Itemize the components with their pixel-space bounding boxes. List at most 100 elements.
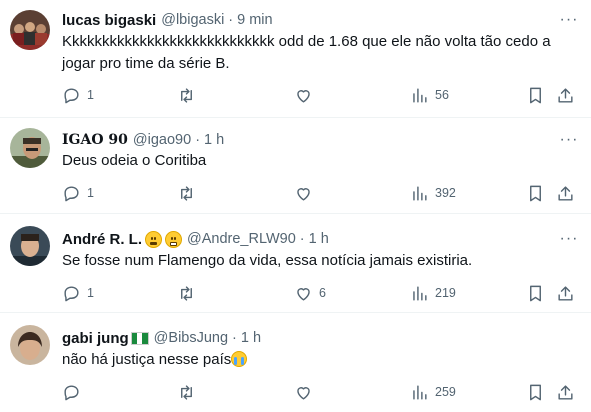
- tweet-text-container: não há justiça nesse país: [62, 349, 577, 371]
- timestamp[interactable]: 1 h: [204, 132, 224, 148]
- reply-button[interactable]: 1: [62, 281, 94, 305]
- reply-icon: [64, 384, 79, 400]
- separator-dot: ·: [232, 330, 237, 346]
- views-button[interactable]: 392: [410, 181, 456, 205]
- like-icon: [297, 187, 310, 201]
- tweet[interactable]: gabi jung @BibsJung · 1 h não há justiça…: [0, 313, 591, 412]
- share-button[interactable]: [556, 380, 575, 404]
- avatar[interactable]: [10, 226, 50, 266]
- separator-dot: ·: [195, 132, 201, 148]
- views-icon: [413, 384, 427, 400]
- share-icon: [558, 384, 573, 400]
- like-button[interactable]: [294, 380, 319, 404]
- bookmark-button[interactable]: [526, 83, 545, 107]
- tweet[interactable]: IGAO 90 @igao90 · 1 h ··· Deus odeia o C…: [0, 118, 591, 214]
- share-icon: [558, 185, 573, 201]
- display-name[interactable]: IGAO 90: [62, 132, 128, 148]
- more-options-icon[interactable]: ···: [559, 229, 579, 249]
- tweet-text: Se fosse num Flamengo da vida, essa notí…: [62, 252, 473, 269]
- views-count: 392: [435, 186, 456, 200]
- action-bar: 259: [54, 380, 591, 404]
- bookmark-button[interactable]: [526, 380, 545, 404]
- bookmark-icon: [530, 185, 541, 201]
- retweet-button[interactable]: [177, 281, 202, 305]
- retweet-icon: [181, 185, 192, 201]
- views-count: 56: [435, 88, 449, 102]
- like-button[interactable]: [294, 181, 319, 205]
- retweet-icon: [181, 87, 192, 103]
- retweet-icon: [181, 285, 192, 301]
- reply-icon: [64, 285, 79, 301]
- bookmark-icon: [530, 384, 541, 400]
- share-icon: [558, 285, 573, 301]
- display-name[interactable]: gabi jung: [62, 330, 129, 347]
- more-options-icon[interactable]: ···: [559, 10, 579, 30]
- avatar[interactable]: [10, 10, 50, 50]
- action-bar: 1 56: [54, 83, 591, 107]
- share-button[interactable]: [556, 83, 575, 107]
- more-options-icon[interactable]: ···: [559, 130, 579, 150]
- tweet-text: Kkkkkkkkkkkkkkkkkkkkkkkkkkkk odd de 1.68…: [62, 33, 551, 72]
- tweet-header: gabi jung @BibsJung · 1 h: [62, 328, 547, 348]
- bookmark-icon: [530, 285, 541, 301]
- tweet-text: Deus odeia o Coritiba: [62, 152, 207, 169]
- views-icon: [413, 87, 427, 103]
- reply-button[interactable]: [62, 380, 87, 404]
- reply-button[interactable]: 1: [62, 83, 94, 107]
- display-name[interactable]: André R. L.: [62, 231, 142, 248]
- avatar[interactable]: [10, 128, 50, 168]
- views-count: 259: [435, 385, 456, 399]
- reply-count: 1: [87, 88, 94, 102]
- tweet-header: IGAO 90 @igao90 · 1 h: [62, 130, 547, 150]
- views-button[interactable]: 56: [410, 83, 449, 107]
- avatar[interactable]: [10, 325, 50, 365]
- like-button[interactable]: [294, 83, 319, 107]
- retweet-button[interactable]: [177, 83, 202, 107]
- grimace-emoji-icon: [165, 230, 183, 248]
- separator-dot: ·: [299, 231, 305, 247]
- like-icon: [297, 386, 310, 400]
- retweet-button[interactable]: [177, 181, 202, 205]
- bookmark-icon: [530, 87, 541, 103]
- like-icon: [297, 89, 310, 103]
- display-name[interactable]: lucas bigaski: [62, 12, 156, 29]
- action-bar: 1 392: [54, 181, 591, 205]
- retweet-button[interactable]: [177, 380, 202, 404]
- user-handle[interactable]: @lbigaski: [161, 12, 224, 28]
- reply-icon: [64, 87, 79, 103]
- bookmark-button[interactable]: [526, 281, 545, 305]
- user-handle[interactable]: @BibsJung: [154, 330, 228, 346]
- share-button[interactable]: [556, 181, 575, 205]
- like-count: 6: [319, 286, 326, 300]
- reply-count: 1: [87, 186, 94, 200]
- views-icon: [413, 285, 427, 301]
- tweet-header: lucas bigaski @lbigaski · 9 min: [62, 10, 547, 30]
- share-icon: [558, 87, 573, 103]
- timestamp[interactable]: 9 min: [237, 12, 272, 28]
- action-bar: 1 6 219: [54, 281, 591, 305]
- reply-icon: [64, 185, 79, 201]
- separator-dot: ·: [228, 12, 234, 28]
- tweet[interactable]: lucas bigaski @lbigaski · 9 min ··· Kkkk…: [0, 0, 591, 118]
- like-icon: [297, 287, 310, 301]
- user-handle[interactable]: @Andre_RLW90: [187, 231, 296, 247]
- tweet-text: não há justiça nesse país: [62, 351, 232, 368]
- like-button[interactable]: 6: [294, 281, 326, 305]
- tweet-header: André R. L. @Andre_RLW90 · 1 h: [62, 229, 547, 249]
- retweet-icon: [181, 384, 192, 400]
- timestamp[interactable]: 1 h: [309, 231, 329, 247]
- crying-face-emoji-icon: [231, 351, 248, 367]
- user-handle[interactable]: @igao90: [133, 132, 191, 148]
- bookmark-button[interactable]: [526, 181, 545, 205]
- views-button[interactable]: 219: [410, 281, 456, 305]
- views-count: 219: [435, 286, 456, 300]
- tweet[interactable]: André R. L. @Andre_RLW90 · 1 h ··· Se fo…: [0, 214, 591, 313]
- timestamp[interactable]: 1 h: [241, 330, 261, 346]
- share-button[interactable]: [556, 281, 575, 305]
- views-icon: [413, 185, 427, 201]
- views-button[interactable]: 259: [410, 380, 456, 404]
- reply-button[interactable]: 1: [62, 181, 94, 205]
- nigeria-flag-icon: [130, 331, 149, 345]
- mouth-closed-emoji-icon: [145, 230, 163, 248]
- reply-count: 1: [87, 286, 94, 300]
